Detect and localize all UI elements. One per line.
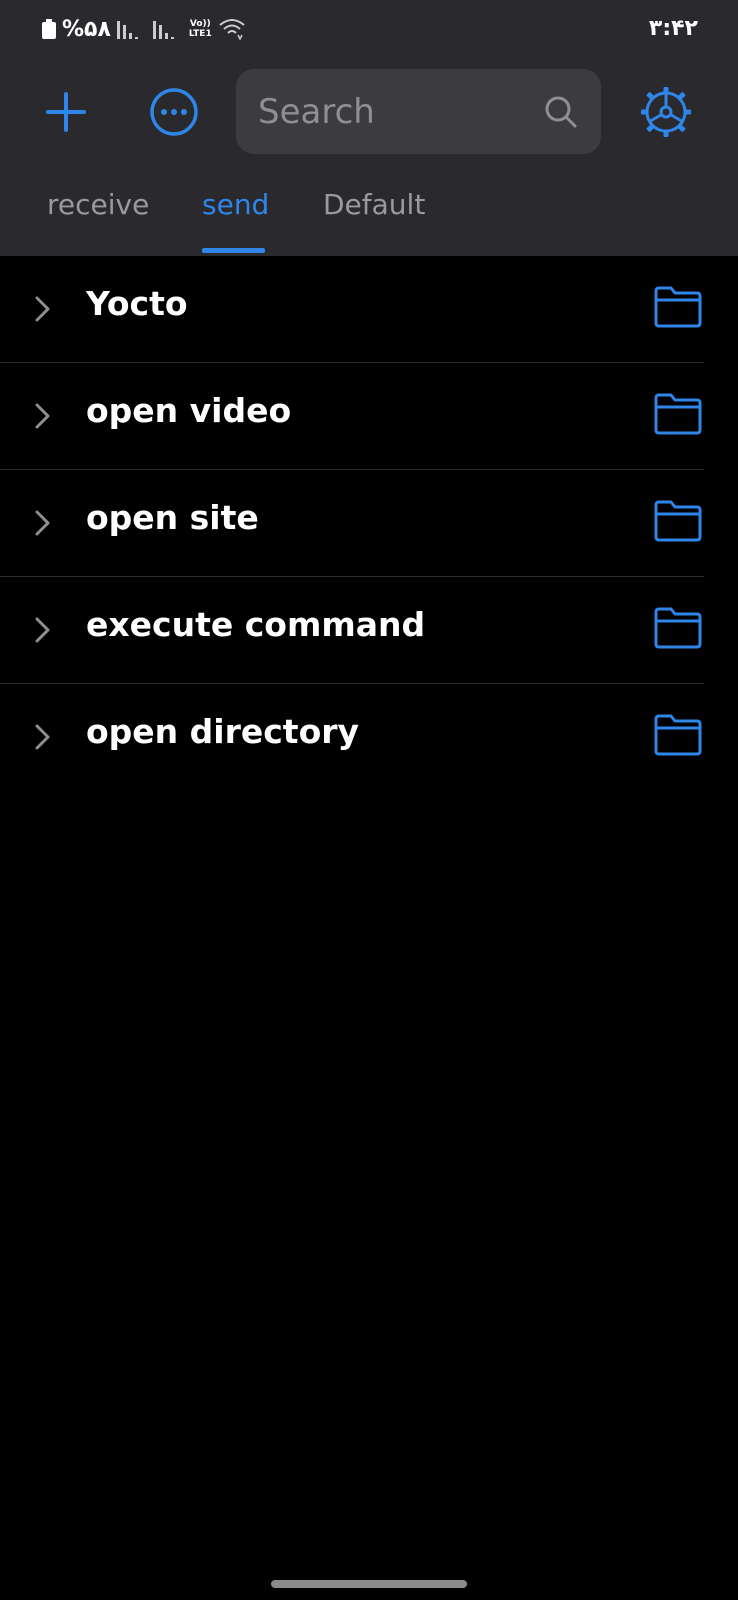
status-indicators: %۵۸ Vo)) LTE1 xyxy=(42,14,246,44)
search-input[interactable] xyxy=(256,90,543,133)
chevron-right-icon[interactable] xyxy=(32,722,54,752)
volte-lte-icon: Vo)) LTE1 xyxy=(189,19,212,39)
list-item-label: open site xyxy=(86,498,259,537)
list-item-label: open directory xyxy=(86,712,360,751)
gear-icon xyxy=(641,87,691,137)
add-button[interactable] xyxy=(40,86,92,138)
folder-icon[interactable] xyxy=(652,606,704,650)
status-time: ۳:۴۲ xyxy=(648,16,698,41)
list-item-open-site[interactable]: open site xyxy=(0,470,738,577)
list-item-label: Yocto xyxy=(86,284,188,323)
signal-strength-icon xyxy=(116,19,147,39)
ellipsis-circle-icon xyxy=(150,88,198,136)
list-item-yocto[interactable]: Yocto xyxy=(0,256,738,363)
folder-icon[interactable] xyxy=(652,285,704,329)
tab-bar: receive send Default xyxy=(0,180,738,256)
list-item-label: execute command xyxy=(86,605,426,644)
tab-default[interactable]: Default xyxy=(323,188,425,221)
battery-icon xyxy=(42,19,56,39)
search-icon[interactable] xyxy=(543,94,579,130)
chevron-right-icon[interactable] xyxy=(32,615,54,645)
wifi-icon xyxy=(218,17,246,41)
home-indicator[interactable] xyxy=(271,1580,467,1588)
header-area: %۵۸ Vo)) LTE1 ۳:۴۲ Search receive send D… xyxy=(0,0,738,256)
active-tab-indicator xyxy=(202,248,265,253)
plus-icon xyxy=(46,92,86,132)
chevron-right-icon[interactable] xyxy=(32,508,54,538)
list-item-open-directory[interactable]: open directory xyxy=(0,684,738,791)
lte-label: LTE1 xyxy=(188,29,212,39)
folder-icon[interactable] xyxy=(652,392,704,436)
folder-icon[interactable] xyxy=(652,713,704,757)
chevron-right-icon[interactable] xyxy=(32,294,54,324)
toolbar xyxy=(0,68,738,154)
item-list: Yocto open video open site execute comma… xyxy=(0,256,738,791)
settings-button[interactable] xyxy=(638,84,694,140)
status-bar: %۵۸ Vo)) LTE1 ۳:۴۲ xyxy=(0,0,738,60)
more-options-button[interactable] xyxy=(148,86,200,138)
tab-send[interactable]: send xyxy=(202,188,269,221)
battery-percentage: %۵۸ xyxy=(62,16,111,42)
signal-strength-icon-2 xyxy=(152,19,183,39)
list-item-open-video[interactable]: open video xyxy=(0,363,738,470)
list-item-label: open video xyxy=(86,391,292,430)
tab-receive[interactable]: receive xyxy=(47,188,149,221)
search-bar[interactable] xyxy=(236,69,601,154)
chevron-right-icon[interactable] xyxy=(32,401,54,431)
volte-label: Vo)) xyxy=(189,19,211,29)
folder-icon[interactable] xyxy=(652,499,704,543)
list-item-execute-command[interactable]: execute command xyxy=(0,577,738,684)
